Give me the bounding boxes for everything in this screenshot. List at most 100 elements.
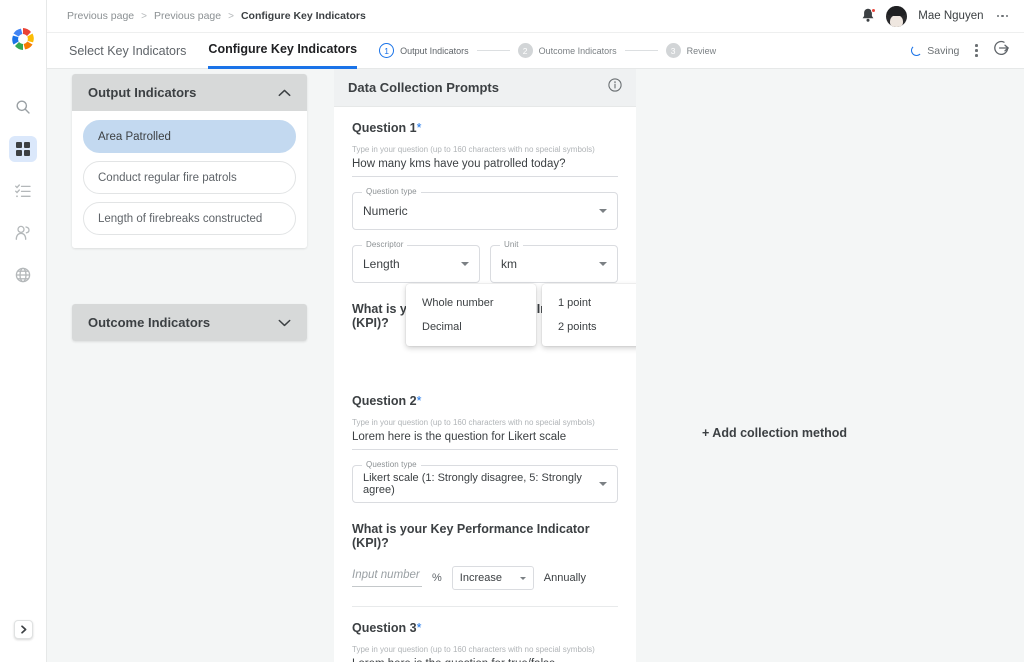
card-title: Data Collection Prompts	[348, 80, 499, 95]
panel-header-output-indicators[interactable]: Output Indicators	[72, 74, 307, 111]
panel-outcome-indicators: Outcome Indicators	[72, 304, 307, 341]
saving-status: Saving	[911, 45, 959, 57]
panel-header-outcome-indicators[interactable]: Outcome Indicators	[72, 304, 307, 341]
question-1-type-label: Question type	[362, 187, 421, 196]
globe-icon[interactable]	[9, 262, 37, 288]
kpi-number-input[interactable]: Input number	[352, 569, 422, 587]
search-icon[interactable]	[9, 94, 37, 120]
chevron-down-icon	[519, 576, 526, 580]
step-outcome-indicators[interactable]: 2 Outcome Indicators	[517, 43, 617, 58]
checklist-icon[interactable]	[9, 178, 37, 204]
indicator-item-firebreaks[interactable]: Length of firebreaks constructed	[83, 202, 296, 235]
question-2-kpi-prompt: What is your Key Performance Indicator (…	[352, 522, 590, 550]
panel-output-indicators: Output Indicators Area Patrolled Conduct…	[72, 74, 307, 248]
loading-spinner-icon	[911, 45, 923, 56]
top-bar-actions: Mae Nguyen	[861, 5, 1011, 27]
rail-icon-list	[9, 94, 37, 288]
step-output-indicators[interactable]: 1 Output Indicators	[379, 43, 469, 58]
notification-dot	[871, 8, 877, 13]
question-block-3: Question 3* Type in your question (up to…	[334, 607, 636, 662]
overflow-menu-icon[interactable]	[972, 41, 981, 59]
dropdown-menu-number-format[interactable]: Whole number Decimal	[406, 284, 536, 346]
user-avatar[interactable]	[886, 5, 908, 27]
saving-label: Saving	[927, 44, 960, 57]
question-3-input[interactable]: Lorem here is the question for true/fals…	[352, 658, 618, 662]
step-label: Output Indicators	[400, 45, 469, 56]
chevron-down-icon	[599, 262, 607, 266]
menu-item-decimal[interactable]: Decimal	[406, 315, 536, 339]
unit-label: Unit	[500, 240, 523, 249]
breadcrumb-separator: >	[141, 10, 147, 22]
step-number: 2	[517, 43, 533, 58]
menu-item-whole-number[interactable]: Whole number	[406, 291, 536, 315]
question-2-label: Question 2	[352, 394, 417, 408]
left-nav-rail	[0, 0, 47, 662]
step-label: Review	[686, 45, 717, 56]
more-options-icon[interactable]	[995, 11, 1011, 22]
chevron-down-icon	[461, 262, 469, 266]
question-1-type-value: Numeric	[363, 204, 408, 218]
tab-select-key-indicators[interactable]: Select Key Indicators	[69, 33, 186, 69]
tab-bar-actions: Saving	[911, 40, 1010, 61]
add-collection-method-button[interactable]: + Add collection method	[702, 426, 847, 440]
top-bar: Previous page > Previous page > Configur…	[47, 0, 1024, 33]
question-1-type-select[interactable]: Question type Numeric	[352, 187, 618, 230]
kpi-direction-select[interactable]: Increase	[451, 566, 534, 590]
question-2-type-value: Likert scale (1: Strongly disagree, 5: S…	[363, 472, 582, 496]
question-1-input[interactable]: How many kms have you patrolled today?	[352, 158, 618, 177]
question-2-type-label: Question type	[362, 460, 421, 469]
step-review[interactable]: 3 Review	[665, 43, 717, 58]
application-window: Previous page > Previous page > Configur…	[0, 0, 1024, 662]
breadcrumb: Previous page > Previous page > Configur…	[67, 10, 366, 22]
dashboard-icon[interactable]	[9, 136, 37, 162]
chevron-up-icon	[278, 84, 291, 102]
percent-symbol: %	[432, 572, 442, 584]
question-2-type-select[interactable]: Question type Likert scale (1: Strongly …	[352, 460, 618, 503]
breadcrumb-item-1[interactable]: Previous page	[67, 10, 134, 22]
question-1-unit-select[interactable]: Unit km	[490, 240, 618, 283]
question-1-hint: Type in your question (up to 160 charact…	[352, 145, 595, 154]
info-icon[interactable]	[608, 78, 622, 97]
indicator-item-fire-patrols[interactable]: Conduct regular fire patrols	[83, 161, 296, 194]
notifications-bell-icon[interactable]	[861, 8, 877, 24]
chevron-down-icon	[278, 314, 291, 332]
breadcrumb-separator: >	[228, 10, 234, 22]
exit-icon[interactable]	[994, 40, 1010, 61]
workspace: Output Indicators Area Patrolled Conduct…	[47, 69, 1024, 662]
question-2-hint: Type in your question (up to 160 charact…	[352, 418, 595, 427]
kpi-direction-value: Increase	[459, 572, 502, 584]
sidebar-collapse-button[interactable]	[14, 620, 33, 639]
panel-body-output-indicators: Area Patrolled Conduct regular fire patr…	[72, 111, 307, 248]
question-3-hint: Type in your question (up to 160 charact…	[352, 645, 595, 654]
question-1-descriptor-select[interactable]: Descriptor Length	[352, 240, 480, 283]
menu-item-2-points[interactable]: 2 points	[542, 315, 636, 339]
step-connector	[476, 50, 510, 51]
required-mark: *	[416, 121, 422, 135]
card-header: Data Collection Prompts	[334, 69, 636, 107]
app-logo[interactable]	[8, 24, 38, 54]
question-1-label: Question 1	[352, 121, 417, 135]
question-3-label: Question 3	[352, 621, 417, 635]
people-icon[interactable]	[9, 220, 37, 246]
panel-title: Output Indicators	[88, 85, 197, 100]
data-collection-prompts-card: Data Collection Prompts Question 1* Type…	[334, 69, 636, 662]
chevron-down-icon	[599, 482, 607, 486]
step-connector	[624, 50, 658, 51]
question-block-2: Question 2* Type in your question (up to…	[334, 330, 636, 607]
descriptor-label: Descriptor	[362, 240, 408, 249]
required-mark: *	[416, 621, 422, 635]
step-label: Outcome Indicators	[538, 45, 617, 56]
descriptor-value: Length	[363, 257, 400, 271]
unit-value: km	[501, 257, 517, 271]
user-name: Mae Nguyen	[918, 10, 984, 22]
dropdown-menu-points[interactable]: 1 point 2 points	[542, 284, 636, 346]
wizard-stepper: 1 Output Indicators 2 Outcome Indicators…	[379, 43, 716, 58]
kpi-frequency-label: Annually	[543, 572, 586, 584]
chevron-down-icon	[599, 209, 607, 213]
tab-configure-key-indicators[interactable]: Configure Key Indicators	[208, 33, 358, 69]
menu-item-1-point[interactable]: 1 point	[542, 291, 636, 315]
breadcrumb-item-2[interactable]: Previous page	[154, 10, 221, 22]
question-2-input[interactable]: Lorem here is the question for Likert sc…	[352, 431, 618, 450]
step-number: 1	[379, 43, 395, 58]
indicator-item-area-patrolled[interactable]: Area Patrolled	[83, 120, 296, 153]
